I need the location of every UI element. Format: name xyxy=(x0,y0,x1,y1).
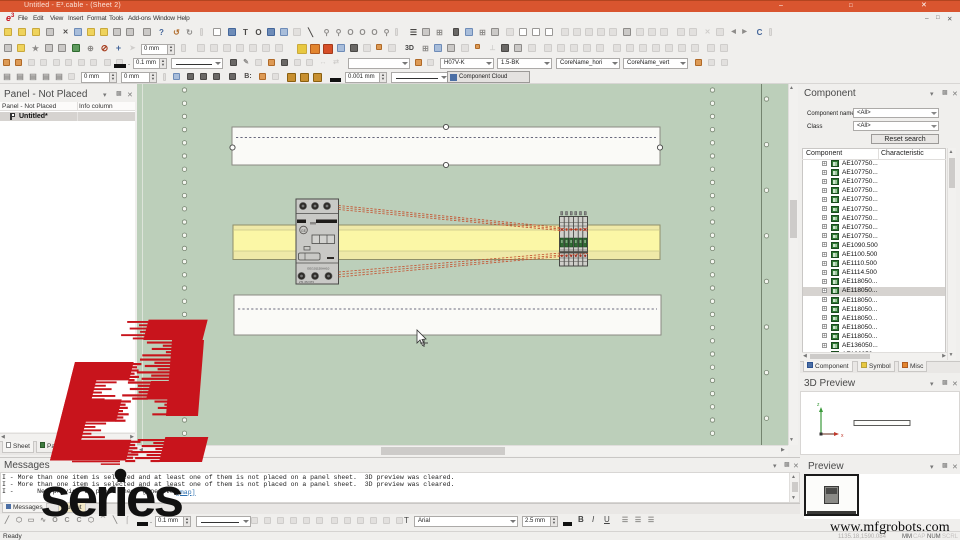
svg-text:GE: GE xyxy=(301,229,307,233)
svg-text:z: z xyxy=(817,402,820,408)
svg-text:x: x xyxy=(841,433,844,439)
svg-text:GE/101150AA10: GE/101150AA10 xyxy=(307,267,330,271)
svg-text:2T1 4T2 6T3: 2T1 4T2 6T3 xyxy=(299,280,314,284)
